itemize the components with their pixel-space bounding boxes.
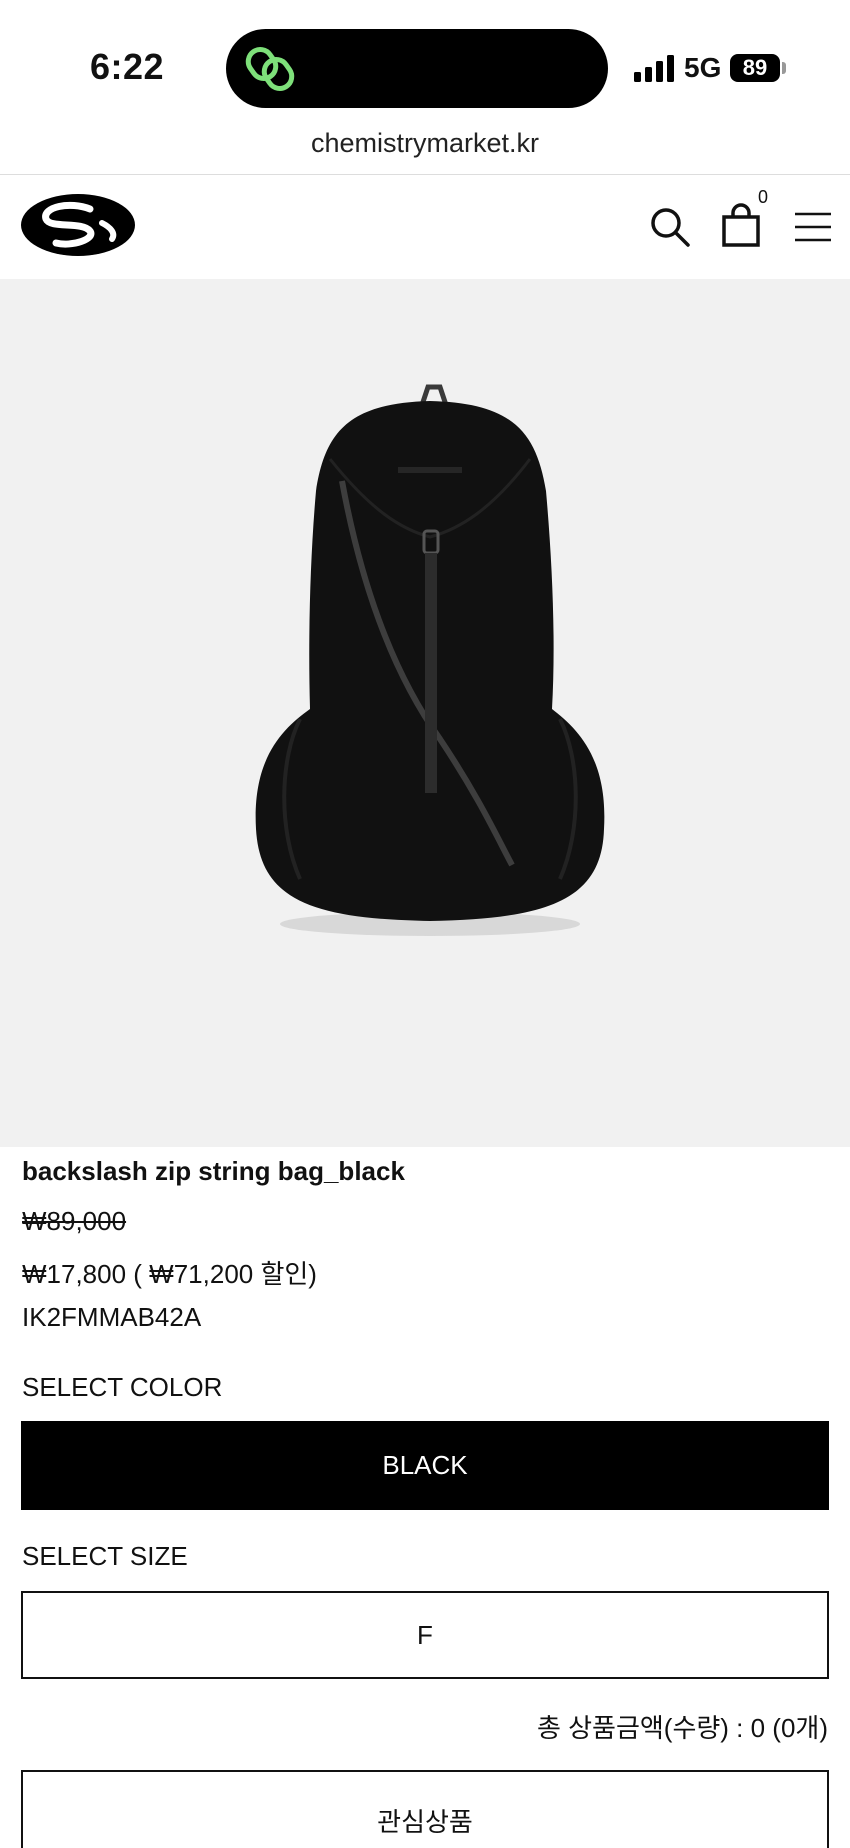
address-bar-url[interactable]: chemistrymarket.kr (0, 128, 850, 159)
battery-cap (782, 62, 786, 74)
site-header: 0 (0, 175, 850, 279)
brand-logo[interactable] (20, 193, 136, 257)
shopping-bag-icon[interactable] (718, 203, 764, 249)
battery-icon: 89 (730, 54, 780, 82)
hamburger-menu-icon[interactable] (793, 210, 833, 244)
product-name: backslash zip string bag_black (22, 1156, 405, 1186)
search-icon[interactable] (648, 205, 692, 249)
color-option-black[interactable]: BLACK (21, 1421, 829, 1510)
cellular-signal-icon (634, 55, 674, 82)
network-type: 5G (684, 52, 722, 83)
size-option-f[interactable]: F (21, 1591, 829, 1679)
backpack-image (255, 384, 605, 936)
wishlist-button[interactable]: 관심상품 (21, 1770, 829, 1848)
total-price-summary: 총 상품금액(수량) : 0 (0개) (536, 1713, 828, 1743)
original-price: ₩89,000 (22, 1206, 127, 1236)
select-color-label: SELECT COLOR (22, 1372, 223, 1402)
product-image[interactable] (0, 279, 850, 1147)
product-code: IK2FMMAB42A (22, 1302, 202, 1332)
sale-price: ₩17,800 ( ₩71,200 할인) (22, 1259, 317, 1289)
status-bar: 6:22 5G 89 chemistrymarket.kr (0, 0, 850, 158)
link-rings-icon (245, 47, 295, 91)
cart-count-badge: 0 (758, 187, 769, 207)
status-time: 6:22 (90, 46, 165, 87)
select-size-label: SELECT SIZE (22, 1541, 188, 1571)
dynamic-island (226, 29, 608, 108)
